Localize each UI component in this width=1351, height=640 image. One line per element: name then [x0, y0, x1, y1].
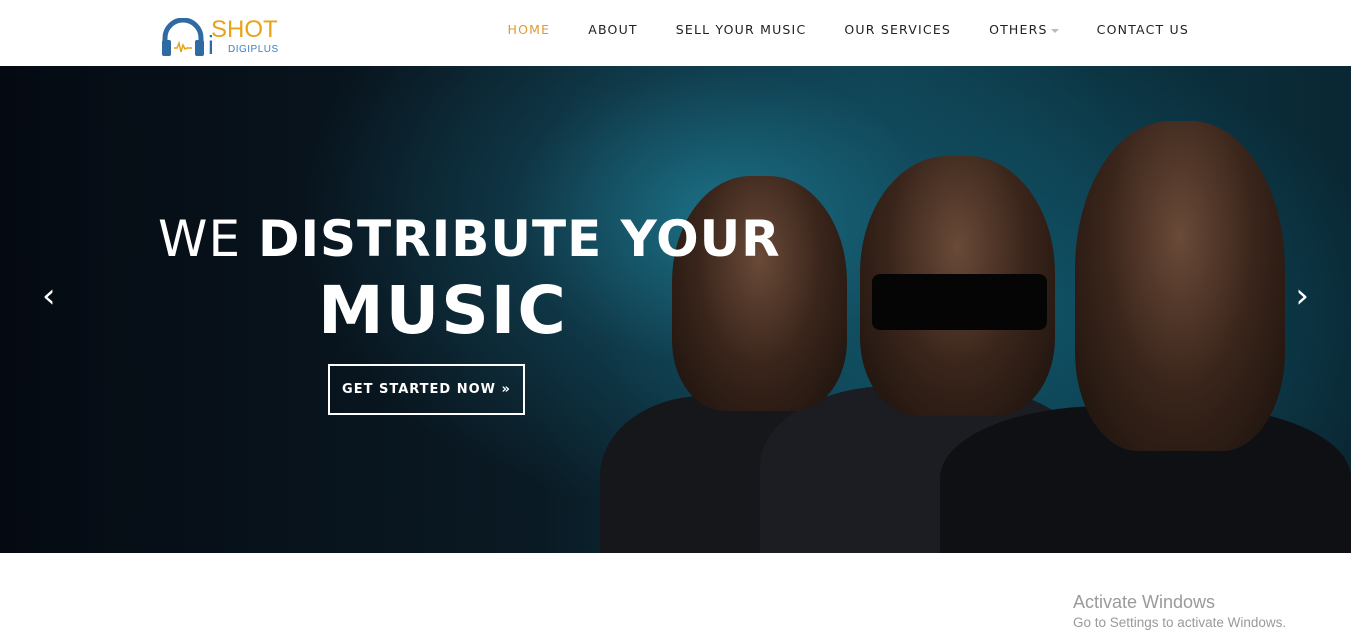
hero-title: WE DISTRIBUTE YOUR	[158, 210, 781, 268]
nav-sell-your-music[interactable]: SELL YOUR MUSIC	[676, 22, 807, 37]
caret-down-icon	[1050, 28, 1059, 33]
nav-contact-us[interactable]: CONTACT US	[1097, 22, 1189, 37]
nav-our-services[interactable]: OUR SERVICES	[844, 22, 951, 37]
nav-about[interactable]: ABOUT	[588, 22, 638, 37]
main-nav: HOME ABOUT SELL YOUR MUSIC OUR SERVICES …	[507, 22, 1189, 37]
nav-others[interactable]: OTHERS	[989, 22, 1059, 37]
hero-slider: ‹ › WE DISTRIBUTE YOUR MUSIC GET STARTED…	[0, 66, 1351, 553]
next-slide-button[interactable]: ›	[1295, 276, 1309, 316]
nav-home[interactable]: HOME	[507, 22, 550, 37]
hero-title-line2: MUSIC	[318, 272, 568, 349]
headphones-icon	[162, 18, 204, 56]
get-started-button[interactable]: GET STARTED NOW »	[328, 364, 525, 415]
site-header: i SHOT DIGIPLUS HOME ABOUT SELL YOUR MUS…	[0, 0, 1351, 66]
prev-slide-button[interactable]: ‹	[42, 276, 56, 316]
windows-activation-watermark: Activate Windows Go to Settings to activ…	[1073, 592, 1287, 630]
logo[interactable]: i SHOT DIGIPLUS	[161, 18, 278, 58]
